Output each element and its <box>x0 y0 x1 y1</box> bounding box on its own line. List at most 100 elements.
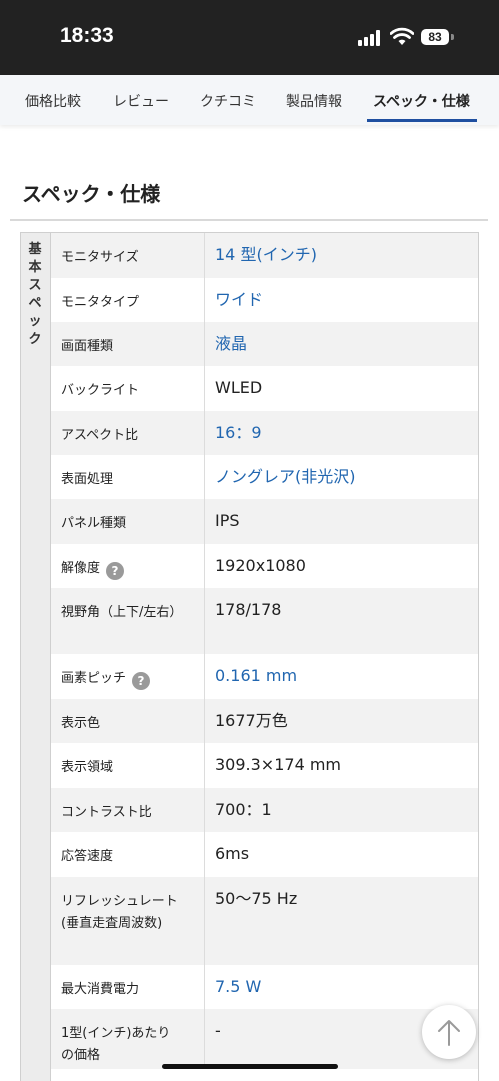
column-divider <box>204 788 205 832</box>
column-divider <box>204 588 205 654</box>
spec-value: WLED <box>215 378 263 397</box>
spec-label: バックライト <box>61 380 181 402</box>
cellular-signal-icon <box>358 30 382 46</box>
spec-row: 表面処理 ノングレア(非光沢) <box>51 455 478 499</box>
tab-price-compare[interactable]: 価格比較 <box>25 91 81 111</box>
column-divider <box>204 455 205 499</box>
spec-row: モニタタイプ ワイド <box>51 278 478 322</box>
home-indicator <box>162 1064 338 1069</box>
spec-label: 表面処理 <box>61 469 181 491</box>
spec-value: 6ms <box>215 844 250 863</box>
column-divider <box>204 965 205 1009</box>
spec-row: 1型(インチ)あたりの価格 - <box>51 1009 478 1069</box>
spec-value-link[interactable]: 液晶 <box>215 333 475 355</box>
section-title: スペック・仕様 <box>22 182 161 206</box>
column-divider <box>204 278 205 322</box>
spec-label-text: 表面処理 <box>61 472 114 487</box>
spec-label-text: 解像度 <box>61 561 101 576</box>
spec-label: モニタタイプ <box>61 292 181 314</box>
column-divider <box>204 1009 205 1069</box>
section-divider <box>10 219 488 221</box>
spec-label-text: パネル種類 <box>61 516 127 531</box>
spec-label: 表示色 <box>61 713 181 735</box>
spec-label-text: バックライト <box>61 383 140 398</box>
battery-icon: 83 <box>421 29 449 45</box>
spec-label: 表示領域 <box>61 757 181 779</box>
spec-table: 基本スペック モニタサイズ 14 型(インチ) モニタタイプ ワイド画面種類 液晶バック… <box>20 232 479 1081</box>
spec-row: 画素ピッチ? 0.161 mm <box>51 654 478 699</box>
spec-label: 画素ピッチ? <box>61 668 181 690</box>
spec-value: 50〜75 Hz <box>215 889 298 908</box>
spec-label: 解像度? <box>61 558 181 580</box>
column-divider <box>204 654 205 699</box>
product-tab-bar: 価格比較 レビュー クチコミ 製品情報 スペック・仕様 <box>0 75 499 125</box>
spec-row: 最大消費電力 7.5 W <box>51 965 478 1009</box>
spec-group-column: 基本スペック <box>21 233 51 1081</box>
spec-value-link[interactable]: 7.5 W <box>215 976 475 998</box>
spec-value: 1677万色 <box>215 711 288 730</box>
spec-label: パネル種類 <box>61 513 181 535</box>
tab-kuchikomi[interactable]: クチコミ <box>200 91 256 111</box>
tab-product-info[interactable]: 製品情報 <box>286 91 342 111</box>
spec-label: 最大消費電力 <box>61 979 181 1001</box>
spec-label-text: 応答速度 <box>61 849 114 864</box>
arrow-up-icon <box>438 1020 460 1046</box>
scroll-to-top-button[interactable] <box>422 1005 476 1059</box>
status-bar: 18:33 83 <box>0 0 499 75</box>
spec-label-text: コントラスト比 <box>61 805 152 820</box>
help-icon[interactable]: ? <box>106 562 125 580</box>
column-divider <box>204 832 205 877</box>
help-icon[interactable]: ? <box>132 672 151 690</box>
spec-row: モニタサイズ 14 型(インチ) <box>51 233 478 278</box>
spec-label-text: 1型(インチ)あたりの価格 <box>61 1026 171 1063</box>
spec-row: コントラスト比 700：1 <box>51 788 478 832</box>
column-divider <box>204 366 205 411</box>
spec-row: パネル種類 IPS <box>51 499 478 544</box>
spec-row: 表示色 1677万色 <box>51 699 478 743</box>
column-divider <box>204 411 205 455</box>
spec-value: 1920x1080 <box>215 556 306 575</box>
spec-row: リフレッシュレート(垂直走査周波数) 50〜75 Hz <box>51 877 478 965</box>
spec-row: 解像度? 1920x1080 <box>51 544 478 588</box>
spec-value-link[interactable]: 0.161 mm <box>215 665 475 687</box>
tab-reviews[interactable]: レビュー <box>113 91 169 111</box>
spec-value-link[interactable]: ノングレア(非光沢) <box>215 466 475 488</box>
active-tab-indicator <box>367 119 477 122</box>
spec-label-text: モニタタイプ <box>61 295 140 310</box>
spec-label: リフレッシュレート(垂直走査周波数) <box>61 891 181 935</box>
spec-value: 700：1 <box>215 800 272 819</box>
column-divider <box>204 499 205 544</box>
spec-label-text: モニタサイズ <box>61 250 139 265</box>
status-time: 18:33 <box>60 24 114 47</box>
column-divider <box>204 322 205 366</box>
spec-row: 視野角（上下/左右） 178/178 <box>51 588 478 654</box>
spec-label: コントラスト比 <box>61 802 181 824</box>
spec-label: 応答速度 <box>61 846 181 868</box>
spec-label-text: リフレッシュレート(垂直走査周波数) <box>61 894 178 931</box>
spec-label-text: 視野角（上下/左右） <box>61 605 183 620</box>
spec-value: 309.3×174 mm <box>215 755 342 774</box>
spec-label-text: 表示色 <box>61 716 101 731</box>
spec-label: 1型(インチ)あたりの価格 <box>61 1023 181 1067</box>
column-divider <box>204 699 205 743</box>
column-divider <box>204 877 205 965</box>
spec-label-text: 画素ピッチ <box>61 671 127 686</box>
spec-label-text: 最大消費電力 <box>61 982 140 997</box>
spec-label: 視野角（上下/左右） <box>61 602 183 624</box>
spec-label: アスペクト比 <box>61 425 181 447</box>
spec-value-link[interactable]: 16：9 <box>215 422 475 444</box>
spec-row: バックライト WLED <box>51 366 478 411</box>
spec-row: 表示領域 309.3×174 mm <box>51 743 478 788</box>
column-divider <box>204 544 205 588</box>
battery-tip <box>451 34 454 40</box>
spec-label-text: 画面種類 <box>61 339 114 354</box>
spec-value-link[interactable]: ワイド <box>215 289 475 311</box>
spec-label: モニタサイズ <box>61 247 181 269</box>
wifi-icon <box>390 27 414 45</box>
spec-label-text: アスペクト比 <box>61 428 139 443</box>
spec-value-link[interactable]: 14 型(インチ) <box>215 244 475 266</box>
spec-row: 画面種類 液晶 <box>51 322 478 366</box>
spec-label: 画面種類 <box>61 336 181 358</box>
spec-label-text: 表示領域 <box>61 760 114 775</box>
tab-specs[interactable]: スペック・仕様 <box>373 91 470 111</box>
